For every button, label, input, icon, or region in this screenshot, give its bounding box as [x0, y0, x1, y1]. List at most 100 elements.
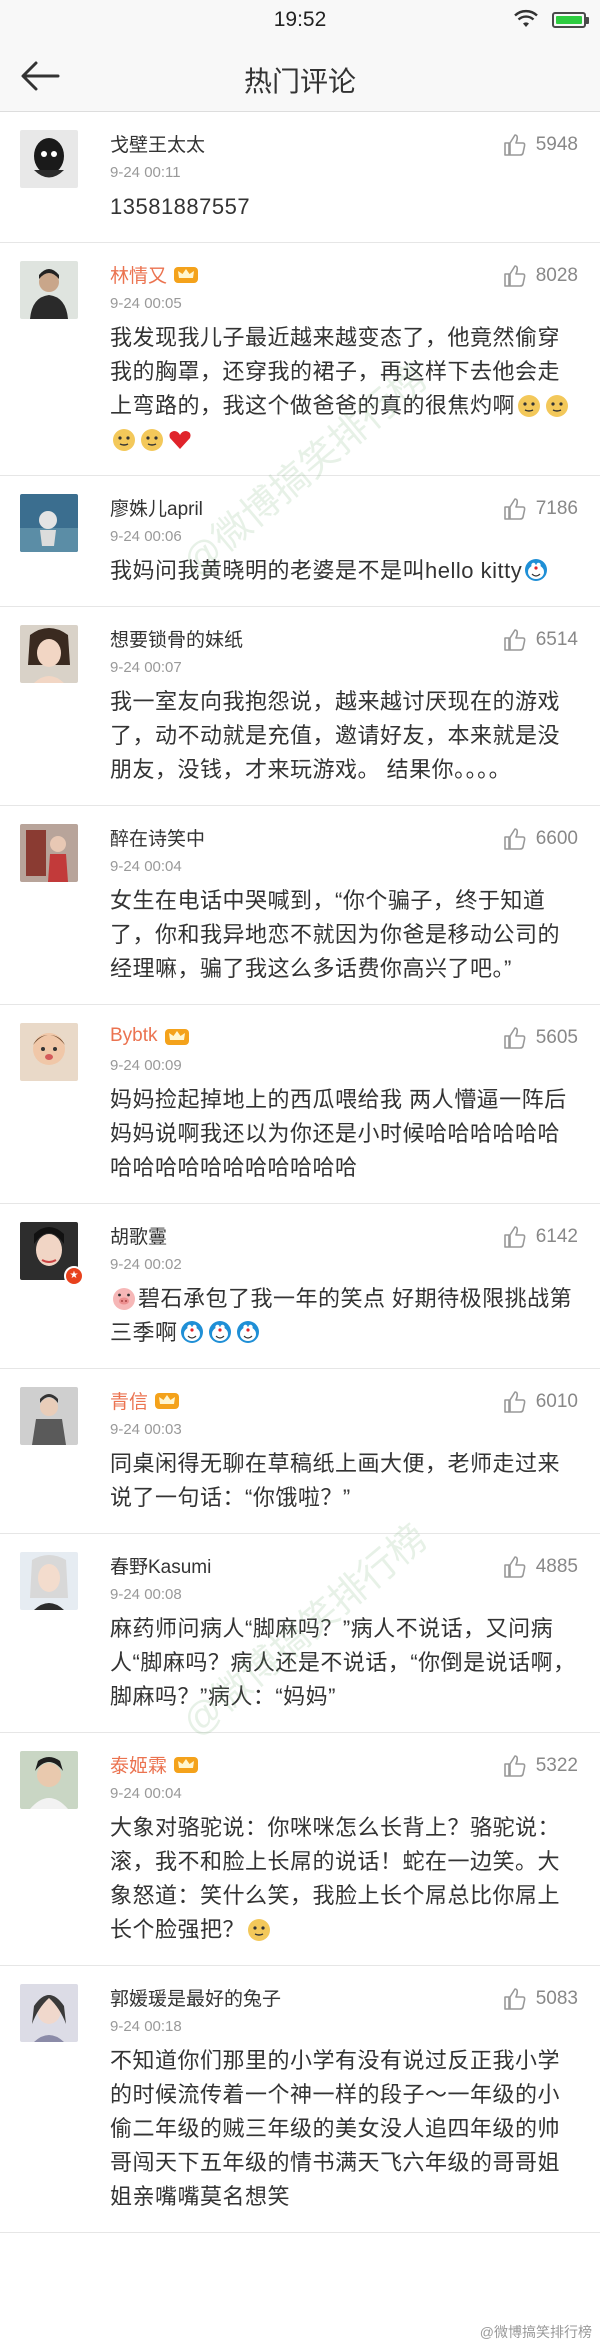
comment-time: 9-24 00:02	[110, 1256, 182, 1273]
avatar[interactable]	[20, 1023, 78, 1081]
comment-list: 戈壁王太太 9-24 00:11 13581887557 5948 林情又 9-…	[0, 112, 600, 2233]
comment-content: 不知道你们那里的小学有没有说过反正我小学的时候流传着一个神一样的段子～一年级的小…	[110, 2044, 580, 2214]
comment-time: 9-24 00:04	[110, 858, 182, 875]
thumbs-up-icon	[503, 265, 526, 287]
user-name[interactable]: 林情又	[110, 261, 167, 288]
doraemon-emoji-icon	[525, 559, 548, 581]
user-name[interactable]: 想要锁骨的妹纸	[110, 625, 243, 652]
comment-text: 不知道你们那里的小学有没有说过反正我小学的时候流传着一个神一样的段子～一年级的小…	[110, 2048, 561, 2209]
avatar[interactable]	[20, 494, 78, 552]
like-count: 7186	[535, 498, 578, 519]
comment-text: 大象对骆驼说：你咪咪怎么长背上？骆驼说：滚，我不和脸上长屌的说话！蛇在一边笑。大…	[110, 1815, 561, 1942]
comment-content: 我发现我儿子最近越来越变态了，他竟然偷穿我的胸罩，还穿我的裙子，再这样下去他会走…	[110, 321, 580, 457]
like-button[interactable]: 5948	[502, 130, 578, 160]
user-name[interactable]: 泰姬霖	[110, 1751, 167, 1778]
comment-text: 女生在电话中哭喊到，“你个骗子，终于知道了，你和我异地恋不就因为你爸是移动公司的…	[110, 888, 561, 981]
like-button[interactable]: 5083	[502, 1984, 578, 2014]
avatar[interactable]	[20, 130, 78, 188]
battery-icon	[552, 12, 589, 28]
like-count: 4885	[535, 1556, 578, 1577]
page-title: 热门评论	[243, 66, 356, 97]
doge-emoji-icon	[113, 429, 135, 451]
user-name[interactable]: 郭媛瑗是最好的兔子	[110, 1984, 281, 2011]
nav-bar: 热门评论	[0, 40, 600, 112]
like-button[interactable]: 6142	[502, 1222, 578, 1252]
thumbs-up-icon	[503, 1556, 526, 1578]
like-button[interactable]: 6010	[502, 1387, 578, 1417]
thumbs-up-icon	[503, 1988, 526, 2010]
like-button[interactable]: 6514	[502, 625, 578, 655]
like-button[interactable]: 5605	[502, 1023, 578, 1053]
heart-emoji-icon	[169, 431, 191, 449]
comment-item: ★ 胡歌霻 9-24 00:02 碧石承包了我一年的笑点 好期待极限挑战第三季啊…	[0, 1204, 600, 1369]
user-name[interactable]: 醉在诗笑中	[110, 824, 205, 851]
comment-time: 9-24 00:05	[110, 295, 182, 312]
user-name[interactable]: 戈壁王太太	[110, 130, 205, 157]
like-count: 6010	[535, 1391, 578, 1412]
like-button[interactable]: 6600	[502, 824, 578, 854]
user-name[interactable]: 廖姝儿april	[110, 494, 203, 521]
doge-emoji-icon	[518, 395, 541, 417]
thumbs-up-icon	[503, 134, 526, 156]
pig-emoji-icon	[113, 1288, 135, 1310]
comment-text: 我发现我儿子最近越来越变态了，他竟然偷穿我的胸罩，还穿我的裙子，再这样下去他会走…	[110, 325, 561, 418]
vip-crown-icon	[164, 1029, 189, 1045]
comment-text: 麻药师问病人“脚麻吗？”病人不说话，又问病人“脚麻吗？病人还是不说话，“你倒是说…	[110, 1616, 576, 1709]
avatar[interactable]	[20, 261, 78, 319]
avatar[interactable]	[20, 824, 78, 882]
like-count: 5322	[535, 1755, 578, 1776]
avatar[interactable]	[20, 1984, 78, 2042]
like-count: 6142	[535, 1226, 578, 1247]
comment-time: 9-24 00:06	[110, 528, 182, 545]
like-count: 5083	[535, 1988, 578, 2009]
like-count: 5948	[535, 134, 578, 155]
avatar[interactable]	[20, 1552, 78, 1610]
doge-emoji-icon	[546, 395, 569, 417]
thumbs-up-icon	[503, 1755, 526, 1777]
avatar[interactable]	[20, 1387, 78, 1445]
status-time: 19:52	[273, 8, 327, 31]
comment-text: 同桌闲得无聊在草稿纸上画大便，老师走过来说了一句话：“你饿啦？”	[110, 1451, 561, 1510]
comment-item: 林情又 9-24 00:05 我发现我儿子最近越来越变态了，他竟然偷穿我的胸罩，…	[0, 243, 600, 476]
like-button[interactable]: 7186	[502, 494, 578, 524]
doraemon-emoji-icon	[208, 1321, 231, 1343]
like-count: 6514	[535, 629, 578, 650]
doraemon-emoji-icon	[236, 1321, 259, 1343]
thumbs-up-icon	[503, 1027, 526, 1049]
like-button[interactable]: 8028	[502, 261, 578, 291]
avatar[interactable]	[20, 1751, 78, 1809]
user-name[interactable]: 青信	[110, 1387, 148, 1414]
like-count: 5605	[535, 1027, 578, 1048]
comment-text: 我妈问我黄晓明的老婆是不是叫hello kitty	[110, 558, 523, 583]
thumbs-up-icon	[503, 1391, 526, 1413]
comment-text: 妈妈捡起掉地上的西瓜喂给我 两人懵逼一阵后 妈妈说啊我还以为你还是小时候哈哈哈哈…	[110, 1087, 567, 1180]
thumbs-up-icon	[503, 629, 526, 651]
status-bar: 19:52	[0, 0, 600, 40]
comment-item: 想要锁骨的妹纸 9-24 00:07 我一室友向我抱怨说，越来越讨厌现在的游戏了…	[0, 607, 600, 806]
thumbs-up-icon	[503, 1226, 526, 1248]
comment-text: 我一室友向我抱怨说，越来越讨厌现在的游戏了，动不动就是充值，邀请好友，本来就是没…	[110, 689, 561, 782]
like-count: 6600	[535, 828, 578, 849]
doraemon-emoji-icon	[180, 1321, 203, 1343]
comment-time: 9-24 00:18	[110, 2018, 182, 2035]
comment-item: 廖姝儿april 9-24 00:06 我妈问我黄晓明的老婆是不是叫hello …	[0, 476, 600, 607]
like-button[interactable]: 4885	[502, 1552, 578, 1582]
comment-time: 9-24 00:04	[110, 1785, 182, 1802]
user-name[interactable]: Bybtk	[110, 1025, 158, 1047]
comment-content: 碧石承包了我一年的笑点 好期待极限挑战第三季啊	[110, 1282, 580, 1350]
comment-item: 醉在诗笑中 9-24 00:04 女生在电话中哭喊到，“你个骗子，终于知道了，你…	[0, 806, 600, 1005]
comment-text: 13581887557	[110, 194, 251, 219]
like-button[interactable]: 5322	[502, 1751, 578, 1781]
user-name[interactable]: 春野Kasumi	[110, 1552, 211, 1579]
user-name[interactable]: 胡歌霻	[110, 1222, 167, 1249]
comment-item: Bybtk 9-24 00:09 妈妈捡起掉地上的西瓜喂给我 两人懵逼一阵后 妈…	[0, 1005, 600, 1204]
comment-content: 我妈问我黄晓明的老婆是不是叫hello kitty	[110, 554, 580, 588]
vip-crown-icon	[174, 267, 199, 283]
thumbs-up-icon	[503, 498, 526, 520]
thumbs-up-icon	[503, 828, 526, 850]
comment-time: 9-24 00:11	[110, 164, 181, 181]
footer-credit: @微博搞笑排行榜	[479, 2324, 592, 2340]
comment-item: 青信 9-24 00:03 同桌闲得无聊在草稿纸上画大便，老师走过来说了一句话：…	[0, 1369, 600, 1534]
comment-item: 泰姬霖 9-24 00:04 大象对骆驼说：你咪咪怎么长背上？骆驼说：滚，我不和…	[0, 1733, 600, 1966]
avatar[interactable]	[20, 625, 78, 683]
